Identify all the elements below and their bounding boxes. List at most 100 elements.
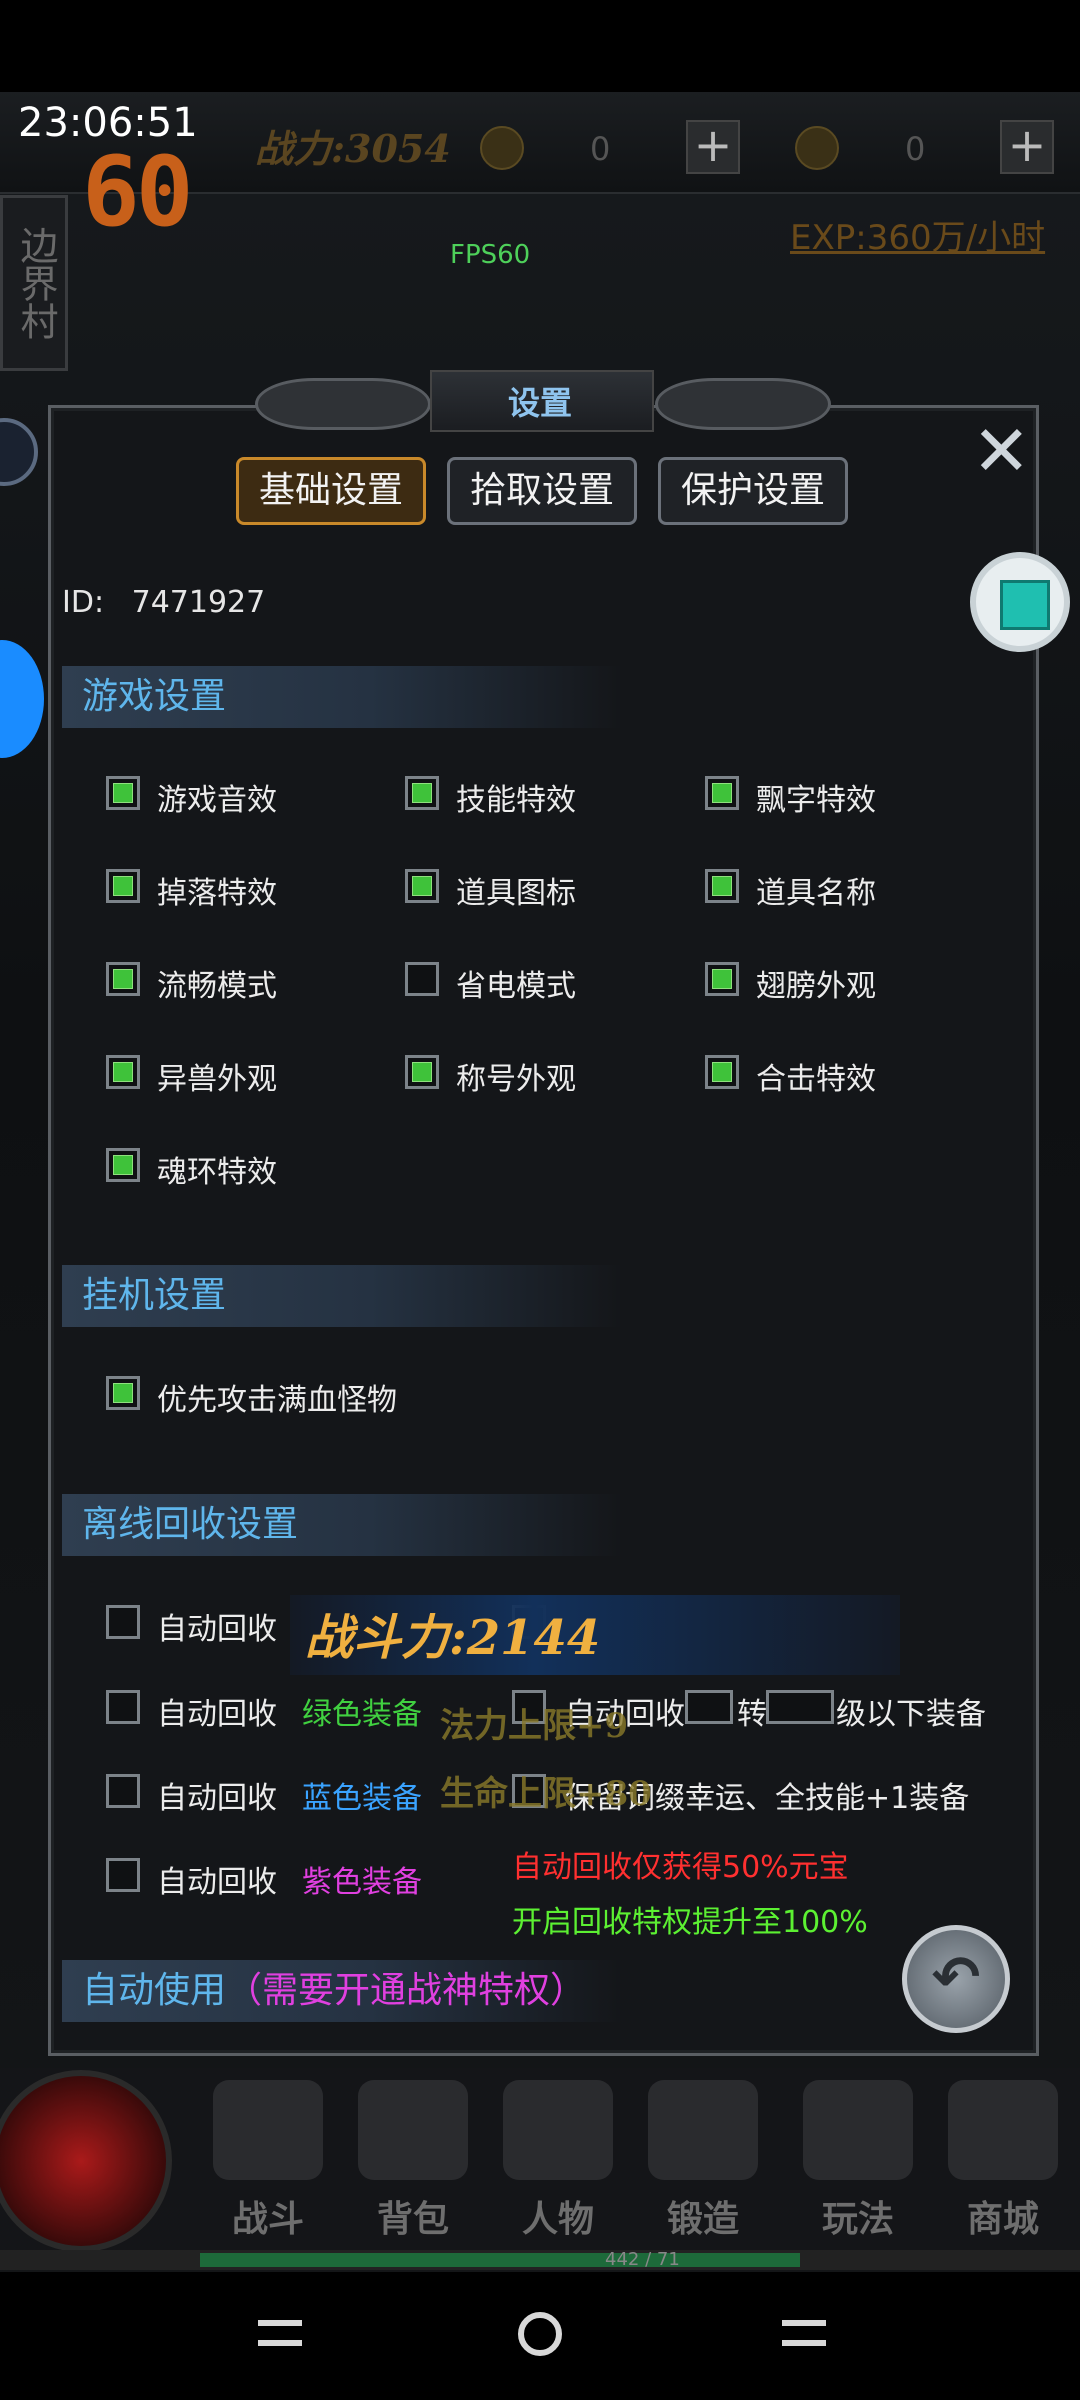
add-currency-1-button[interactable]: +	[686, 120, 740, 174]
label-recycle-green: 自动回收	[157, 1697, 277, 1732]
ingot-icon	[795, 126, 839, 170]
tab-protection-settings[interactable]: 保护设置	[658, 457, 848, 525]
nav-battle[interactable]: 战斗	[200, 2080, 336, 2240]
id-label: ID:	[62, 585, 105, 620]
checkbox-wings-look[interactable]	[705, 962, 739, 996]
label-item-names: 道具名称	[756, 876, 876, 911]
label-wings-look: 翅膀外观	[756, 969, 876, 1004]
checkbox-recycle-row1[interactable]	[106, 1605, 140, 1639]
shop-icon	[948, 2080, 1058, 2180]
fps-counter: 60	[82, 136, 194, 248]
level-input[interactable]	[766, 1690, 834, 1724]
tab-pickup-settings[interactable]: 拾取设置	[447, 457, 637, 525]
checkbox-game-sound[interactable]	[106, 776, 140, 810]
label-drop-effects: 掉落特效	[157, 876, 277, 911]
checkbox-skill-effects[interactable]	[405, 776, 439, 810]
recycle-note-green: 开启回收特权提升至100%	[512, 1905, 868, 1940]
popup-mana-bonus: 法力上限+9	[440, 1706, 629, 1746]
checkbox-soul-ring[interactable]	[106, 1148, 140, 1182]
checkbox-drop-effects[interactable]	[106, 869, 140, 903]
map-name[interactable]: 边界村	[0, 195, 68, 371]
helmet-icon	[503, 2080, 613, 2180]
label-power-saving: 省电模式	[456, 969, 576, 1004]
checkbox-combo-effects[interactable]	[705, 1055, 739, 1089]
section-game-settings: 游戏设置	[62, 666, 622, 728]
green-equip-text: 绿色装备	[302, 1697, 422, 1732]
bag-icon	[358, 2080, 468, 2180]
add-currency-2-button[interactable]: +	[1000, 120, 1054, 174]
title-ornament-left	[255, 378, 431, 430]
tab-basic-settings[interactable]: 基础设置	[236, 457, 426, 525]
label-combo-effects: 合击特效	[756, 1062, 876, 1097]
section-auto-use: 自动使用（需要开通战神特权）	[62, 1960, 622, 2022]
label-float-text: 飘字特效	[756, 783, 876, 818]
fps-small-text: FPS60	[450, 240, 531, 270]
id-value: 7471927	[131, 585, 266, 620]
player-id-row: ID: 7471927	[62, 585, 265, 620]
checkbox-title-look[interactable]	[405, 1055, 439, 1089]
nav-character[interactable]: 人物	[490, 2080, 626, 2240]
section-recycle-settings: 离线回收设置	[62, 1494, 622, 1556]
popup-hp-bonus: 生命上限+80	[440, 1774, 652, 1814]
swords-icon	[213, 2080, 323, 2180]
panel-title: 设置	[507, 384, 572, 422]
checkbox-item-icons[interactable]	[405, 869, 439, 903]
blue-equip-text: 蓝色装备	[302, 1781, 422, 1816]
recycle-note-red: 自动回收仅获得50%元宝	[512, 1850, 849, 1885]
label-skill-effects: 技能特效	[456, 783, 576, 818]
currency-1-value: 0	[590, 130, 611, 168]
wings-icon	[803, 2080, 913, 2180]
nav-label: 人物	[521, 2199, 594, 2240]
nav-label: 背包	[376, 2199, 449, 2240]
nav-bag[interactable]: 背包	[345, 2080, 481, 2240]
checkbox-recycle-green[interactable]	[106, 1690, 140, 1724]
label-item-icons: 道具图标	[456, 876, 576, 911]
auto-use-title: 自动使用	[82, 1970, 227, 2011]
section-idle-settings: 挂机设置	[62, 1265, 622, 1327]
label-recycle-row1: 自动回收	[157, 1612, 277, 1647]
label-recycle-blue: 自动回收	[157, 1781, 277, 1816]
checkbox-recycle-blue[interactable]	[106, 1774, 140, 1808]
nav-shop[interactable]: 商城	[935, 2080, 1071, 2240]
label-attack-full-hp: 优先攻击满血怪物	[157, 1383, 397, 1418]
checkbox-attack-full-hp[interactable]	[106, 1376, 140, 1410]
checkbox-beast-look[interactable]	[106, 1055, 140, 1089]
level-below-label: 级以下装备	[836, 1697, 986, 1732]
turn-input[interactable]	[685, 1690, 733, 1724]
exp-progress-text: 442 / 71	[605, 2249, 680, 2270]
anvil-icon	[648, 2080, 758, 2180]
turn-label: 转	[737, 1697, 767, 1732]
label-soul-ring: 魂环特效	[157, 1155, 277, 1190]
nav-label: 战斗	[231, 2199, 304, 2240]
label-recycle-purple: 自动回收	[157, 1865, 277, 1900]
combat-power: 战力:3054	[255, 126, 451, 171]
coin-icon	[480, 126, 524, 170]
nav-label: 商城	[966, 2199, 1039, 2240]
label-game-sound: 游戏音效	[157, 783, 277, 818]
checkbox-smooth-mode[interactable]	[106, 962, 140, 996]
label-smooth-mode: 流畅模式	[157, 969, 277, 1004]
auto-use-note: （需要开通战神特权）	[226, 1970, 587, 2011]
checkbox-item-names[interactable]	[705, 869, 739, 903]
label-title-look: 称号外观	[456, 1062, 576, 1097]
nav-forge[interactable]: 锻造	[635, 2080, 771, 2240]
nav-label: 锻造	[666, 2199, 739, 2240]
purple-equip-text: 紫色装备	[302, 1865, 422, 1900]
cube-icon	[1000, 580, 1050, 630]
exp-rate[interactable]: EXP:360万/小时	[790, 210, 1045, 259]
close-icon[interactable]: ✕	[972, 416, 1031, 486]
currency-2-value: 0	[905, 130, 926, 168]
checkbox-recycle-purple[interactable]	[106, 1858, 140, 1892]
exp-progress-fill	[200, 2253, 800, 2267]
recent-apps-icon[interactable]	[258, 2320, 302, 2346]
nav-label: 玩法	[821, 2199, 894, 2240]
checkbox-float-text[interactable]	[705, 776, 739, 810]
nav-gameplay[interactable]: 玩法	[790, 2080, 926, 2240]
back-system-icon[interactable]	[782, 2320, 826, 2346]
cube-button[interactable]	[970, 552, 1070, 652]
checkbox-power-saving[interactable]	[405, 962, 439, 996]
status-bar	[0, 0, 1080, 92]
title-ornament-right	[655, 378, 831, 430]
back-arrow-icon[interactable]: ↶	[902, 1925, 1010, 2033]
home-icon[interactable]	[518, 2312, 562, 2356]
